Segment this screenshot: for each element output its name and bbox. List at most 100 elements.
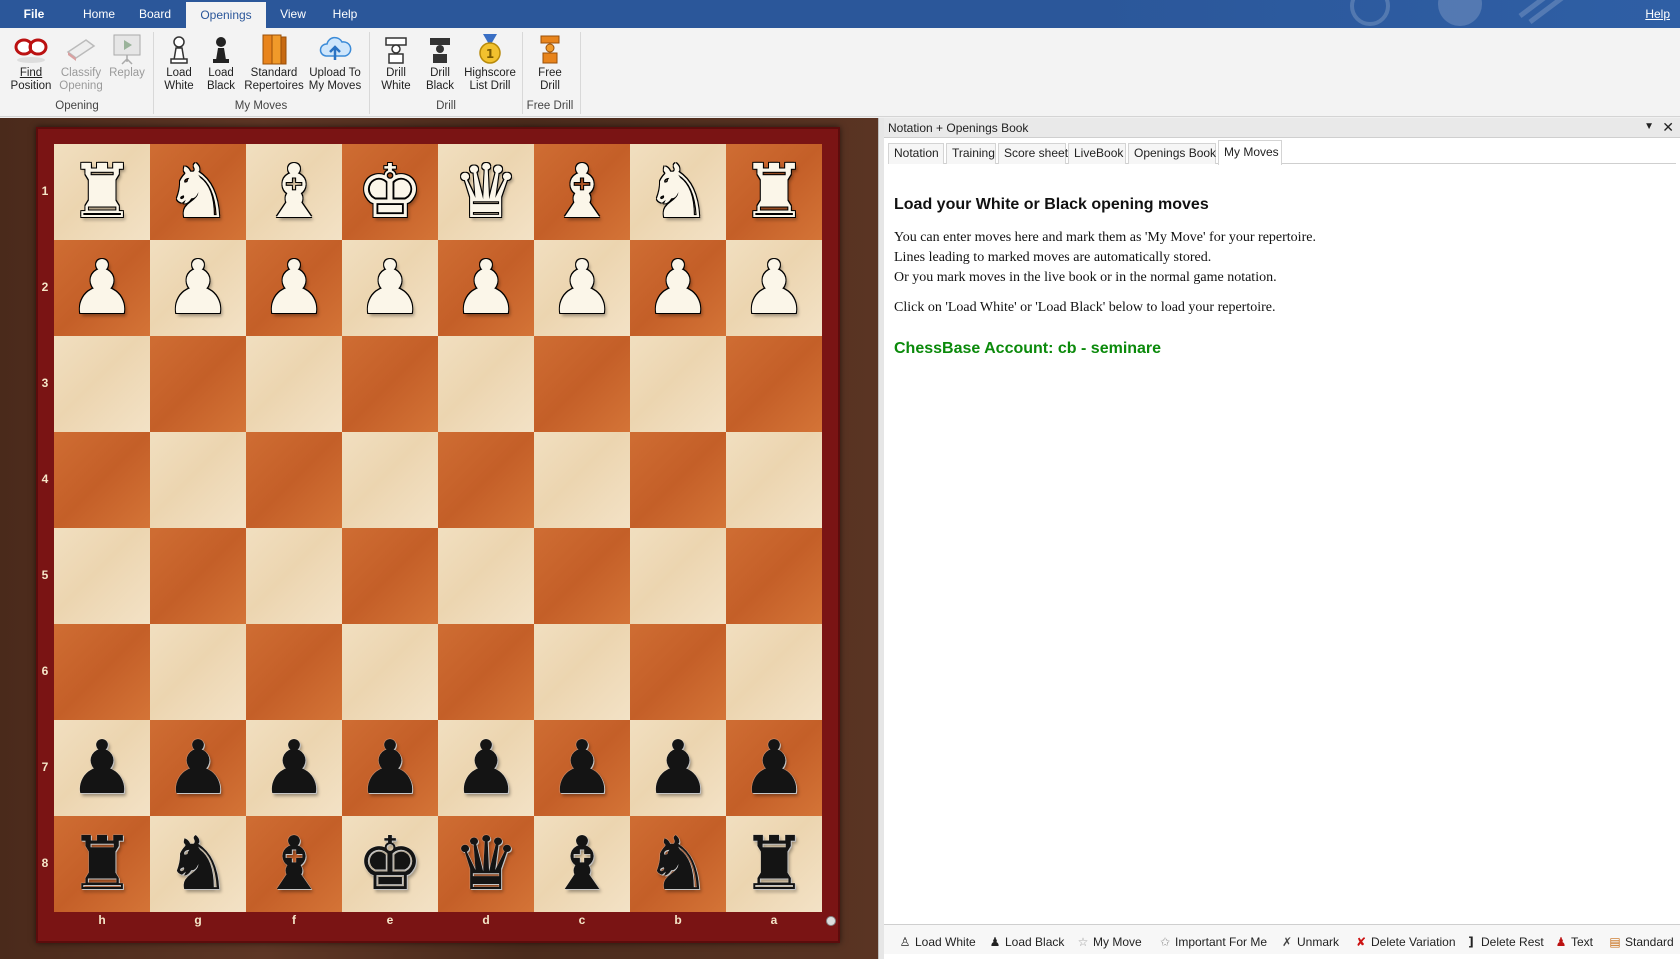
board-square[interactable]: ♝ [534,816,630,912]
standard-repertoires-button[interactable]: Standard Repertoires [242,32,306,96]
board-square[interactable]: ♝ [534,144,630,240]
board-square[interactable] [150,432,246,528]
board-square[interactable] [726,624,822,720]
load-black-tool-button[interactable]: ♟ Load Black [988,935,1065,949]
white-pawn-piece[interactable]: ♟ [246,240,342,336]
black-knight-piece[interactable]: ♞ [150,816,246,912]
close-icon[interactable]: ✕ [1662,119,1674,136]
board-square[interactable] [630,624,726,720]
text-tool-button[interactable]: ♟ Text [1554,935,1593,949]
board-square[interactable]: ♟ [246,240,342,336]
board-square[interactable]: ♜ [54,816,150,912]
white-king-piece[interactable]: ♚ [342,144,438,240]
board-square[interactable]: ♝ [246,816,342,912]
board-square[interactable]: ♞ [150,144,246,240]
white-pawn-piece[interactable]: ♟ [54,240,150,336]
board-square[interactable]: ♟ [246,720,342,816]
black-pawn-piece[interactable]: ♟ [342,720,438,816]
board-square[interactable] [342,336,438,432]
tab-openings-book[interactable]: Openings Book [1128,143,1216,164]
board-square[interactable]: ♞ [630,816,726,912]
board-square[interactable] [246,432,342,528]
classify-opening-button[interactable]: Classify Opening [56,32,106,96]
board-square[interactable]: ♝ [246,144,342,240]
board-square[interactable]: ♟ [630,720,726,816]
board-square[interactable] [246,336,342,432]
board-square[interactable]: ♚ [342,144,438,240]
board-square[interactable] [246,528,342,624]
tab-file[interactable]: File [14,0,54,28]
black-queen-piece[interactable]: ♛ [438,816,534,912]
white-knight-piece[interactable]: ♞ [150,144,246,240]
board-square[interactable]: ♟ [630,240,726,336]
board-square[interactable]: ♛ [438,144,534,240]
board-square[interactable] [534,432,630,528]
board-square[interactable] [54,624,150,720]
white-queen-piece[interactable]: ♛ [438,144,534,240]
black-rook-piece[interactable]: ♜ [726,816,822,912]
black-pawn-piece[interactable]: ♟ [534,720,630,816]
board-square[interactable] [534,624,630,720]
board-square[interactable] [246,624,342,720]
board-square[interactable] [438,624,534,720]
delete-variation-tool-button[interactable]: ✘ Delete Variation [1354,935,1456,949]
black-pawn-piece[interactable]: ♟ [246,720,342,816]
white-pawn-piece[interactable]: ♟ [726,240,822,336]
unmark-tool-button[interactable]: ✗ Unmark [1280,935,1339,949]
chessboard[interactable]: ♜ ♞ ♝ ♚ ♛ ♝ ♞ ♜ ♟ ♟ ♟ ♟ ♟ ♟ ♟ ♟ ♟ ♟ ♟ ♟ ♟ ♟ ♟ ♟ ♜ ♞ ♝ ♚ ♛ ♝ ♞ ♜ [54,144,822,912]
board-square[interactable] [150,528,246,624]
white-rook-piece[interactable]: ♜ [54,144,150,240]
board-square[interactable]: ♜ [726,816,822,912]
board-square[interactable] [342,528,438,624]
board-square[interactable]: ♟ [726,240,822,336]
board-square[interactable] [534,336,630,432]
white-pawn-piece[interactable]: ♟ [534,240,630,336]
tab-my-moves[interactable]: My Moves [1218,140,1282,165]
white-pawn-piece[interactable]: ♟ [438,240,534,336]
find-position-button[interactable]: Find Position [6,32,56,96]
load-white-tool-button[interactable]: ♙ Load White [898,935,976,949]
board-square[interactable]: ♟ [438,720,534,816]
board-square[interactable]: ♜ [726,144,822,240]
board-square[interactable]: ♚ [342,816,438,912]
board-square[interactable] [438,528,534,624]
black-bishop-piece[interactable]: ♝ [534,816,630,912]
board-square[interactable] [438,432,534,528]
tab-home[interactable]: Home [74,0,124,28]
board-square[interactable] [726,336,822,432]
white-pawn-piece[interactable]: ♟ [342,240,438,336]
board-square[interactable]: ♟ [342,240,438,336]
tab-openings[interactable]: Openings [186,2,266,28]
load-white-button[interactable]: Load White [158,32,200,96]
board-square[interactable] [342,624,438,720]
black-bishop-piece[interactable]: ♝ [246,816,342,912]
tab-notation[interactable]: Notation [888,143,944,164]
board-square[interactable]: ♞ [150,816,246,912]
board-square[interactable] [342,432,438,528]
white-bishop-piece[interactable]: ♝ [246,144,342,240]
help-link[interactable]: Help [1645,0,1670,28]
white-knight-piece[interactable]: ♞ [630,144,726,240]
tab-training[interactable]: Training [946,143,996,164]
my-move-tool-button[interactable]: ☆ My Move [1076,935,1142,949]
white-rook-piece[interactable]: ♜ [726,144,822,240]
tab-board[interactable]: Board [130,0,180,28]
delete-rest-tool-button[interactable]: ] Delete Rest [1464,935,1543,949]
free-drill-button[interactable]: Free Drill [528,32,572,96]
board-square[interactable]: ♟ [150,240,246,336]
board-square[interactable]: ♟ [342,720,438,816]
board-square[interactable] [534,528,630,624]
board-square[interactable] [630,336,726,432]
tab-help[interactable]: Help [322,0,368,28]
tab-view[interactable]: View [270,0,316,28]
board-square[interactable] [726,528,822,624]
board-square[interactable]: ♟ [726,720,822,816]
load-black-button[interactable]: Load Black [200,32,242,96]
black-rook-piece[interactable]: ♜ [54,816,150,912]
board-square[interactable]: ♛ [438,816,534,912]
board-square[interactable]: ♟ [150,720,246,816]
board-square[interactable]: ♟ [54,720,150,816]
white-bishop-piece[interactable]: ♝ [534,144,630,240]
board-square[interactable] [630,432,726,528]
upload-to-my-moves-button[interactable]: Upload To My Moves [306,32,364,96]
